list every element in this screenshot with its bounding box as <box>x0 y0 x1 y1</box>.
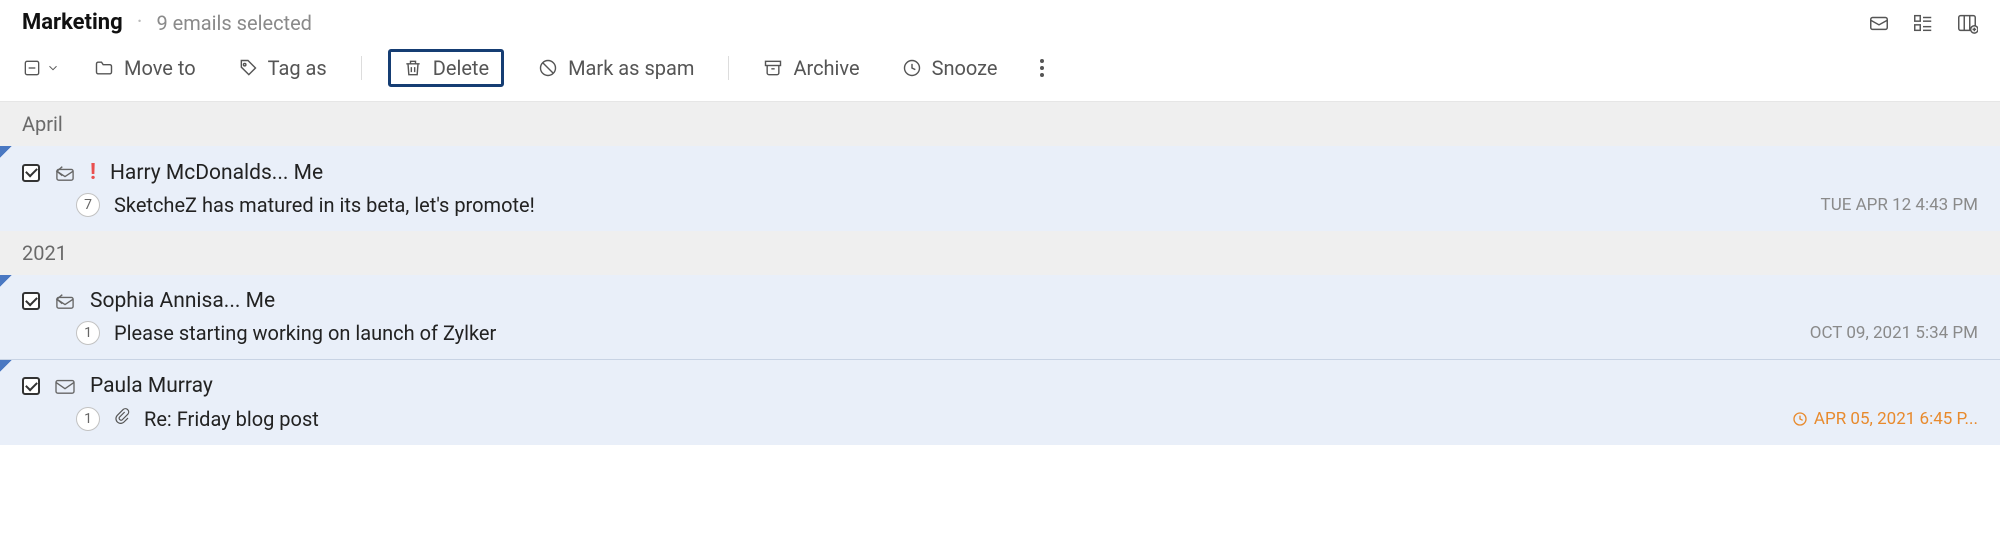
priority-icon: ! <box>90 160 96 185</box>
email-checkbox[interactable] <box>22 377 40 395</box>
email-subject-wrap: 7 SketcheZ has matured in its beta, let'… <box>76 193 535 217</box>
email-timestamp-snoozed: APR 05, 2021 6:45 P... <box>1792 409 1978 429</box>
mark-spam-label: Mark as spam <box>568 56 694 80</box>
list-view-icon[interactable] <box>1912 12 1934 34</box>
email-row[interactable]: Sophia Annisa... Me 1 Please starting wo… <box>0 275 2000 359</box>
select-all-toggle[interactable] <box>22 58 60 78</box>
email-bottom-row: 1 Re: Friday blog post APR 05, 2021 6:45… <box>22 406 1978 431</box>
header-bar: Marketing · 9 emails selected <box>0 0 2000 41</box>
attachment-icon <box>114 406 130 431</box>
unread-view-icon[interactable] <box>1868 12 1890 34</box>
reply-icon <box>54 164 76 182</box>
more-dot-icon <box>1040 59 1044 63</box>
more-dot-icon <box>1040 73 1044 77</box>
email-row[interactable]: Paula Murray 1 Re: Friday blog post APR … <box>0 359 2000 445</box>
thread-count: 1 <box>76 407 100 431</box>
archive-icon <box>763 58 783 78</box>
sender-name: Harry McDonalds... Me <box>110 161 323 185</box>
email-timestamp: TUE APR 12 4:43 PM <box>1821 195 1978 215</box>
action-toolbar: Move to Tag as Delete Mark as spam Archi… <box>0 41 2000 102</box>
mail-icon <box>54 377 76 395</box>
email-bottom-row: 1 Please starting working on launch of Z… <box>22 321 1978 345</box>
more-dot-icon <box>1040 66 1044 70</box>
folder-name: Marketing <box>22 10 123 35</box>
archive-label: Archive <box>793 56 859 80</box>
reply-icon <box>54 292 76 310</box>
thread-count: 1 <box>76 321 100 345</box>
snooze-button[interactable]: Snooze <box>894 52 1006 84</box>
mark-spam-button[interactable]: Mark as spam <box>530 52 702 84</box>
email-subject-wrap: 1 Please starting working on launch of Z… <box>76 321 496 345</box>
email-checkbox[interactable] <box>22 164 40 182</box>
sender-name: Paula Murray <box>90 374 213 398</box>
more-actions-button[interactable] <box>1032 58 1052 78</box>
email-subject: Re: Friday blog post <box>144 407 319 431</box>
move-to-label: Move to <box>124 56 196 80</box>
clock-icon <box>902 58 922 78</box>
tag-icon <box>238 58 258 78</box>
email-bottom-row: 7 SketcheZ has matured in its beta, let'… <box>22 193 1978 217</box>
email-subject-wrap: 1 Re: Friday blog post <box>76 406 319 431</box>
timestamp-text: APR 05, 2021 6:45 P... <box>1814 409 1978 429</box>
email-top-row: ! Harry McDonalds... Me <box>22 160 1978 185</box>
toolbar-divider <box>361 56 362 80</box>
spam-icon <box>538 58 558 78</box>
email-timestamp: OCT 09, 2021 5:34 PM <box>1810 323 1978 343</box>
tag-as-button[interactable]: Tag as <box>230 52 335 84</box>
column-settings-icon[interactable] <box>1956 12 1978 34</box>
email-top-row: Paula Murray <box>22 374 1978 398</box>
delete-label: Delete <box>433 56 489 80</box>
email-row[interactable]: ! Harry McDonalds... Me 7 SketcheZ has m… <box>0 146 2000 231</box>
header-right <box>1868 12 1978 34</box>
thread-count: 7 <box>76 193 100 217</box>
email-subject: SketcheZ has matured in its beta, let's … <box>114 193 535 217</box>
email-checkbox[interactable] <box>22 292 40 310</box>
toolbar-divider <box>728 56 729 80</box>
tag-as-label: Tag as <box>268 56 327 80</box>
move-to-button[interactable]: Move to <box>86 52 204 84</box>
clock-icon <box>1792 411 1808 427</box>
group-header: April <box>0 102 2000 146</box>
trash-icon <box>403 58 423 78</box>
snooze-label: Snooze <box>932 56 998 80</box>
dot-separator: · <box>137 10 143 35</box>
selection-count: 9 emails selected <box>156 11 312 35</box>
folder-icon <box>94 58 114 78</box>
email-top-row: Sophia Annisa... Me <box>22 289 1978 313</box>
email-subject: Please starting working on launch of Zyl… <box>114 321 496 345</box>
header-left: Marketing · 9 emails selected <box>22 10 312 35</box>
archive-button[interactable]: Archive <box>755 52 867 84</box>
group-header: 2021 <box>0 231 2000 275</box>
sender-name: Sophia Annisa... Me <box>90 289 275 313</box>
delete-button[interactable]: Delete <box>388 49 504 87</box>
